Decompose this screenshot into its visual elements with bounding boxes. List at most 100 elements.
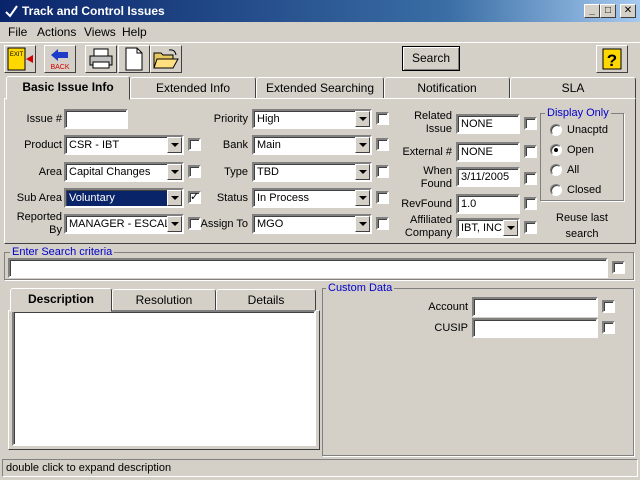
description-textarea[interactable]: [12, 310, 316, 446]
revfound-field[interactable]: 1.0: [456, 194, 520, 214]
tab-notification[interactable]: Notification: [384, 77, 510, 99]
custom-data-title: Custom Data: [326, 282, 395, 294]
area-value: Capital Changes: [69, 166, 151, 178]
radio-closed-label: Closed: [567, 184, 602, 196]
revfound-label: RevFound: [401, 198, 452, 210]
affiliated-company-value: IBT, INC: [461, 222, 502, 234]
priority-value: High: [257, 113, 280, 125]
tab-sla[interactable]: SLA: [510, 77, 636, 99]
affiliated-company-checkbox[interactable]: [524, 221, 537, 234]
radio-all-label: All: [567, 164, 580, 176]
bank-select[interactable]: Main: [252, 135, 372, 155]
affiliated-company-select[interactable]: IBT, INC: [456, 218, 520, 238]
external-label: External #: [402, 146, 452, 158]
menu-views[interactable]: Views: [84, 25, 116, 39]
status-checkbox[interactable]: [376, 191, 389, 204]
menu-file[interactable]: File: [8, 25, 27, 39]
chevron-down-icon[interactable]: [167, 216, 182, 232]
tab-extended-info[interactable]: Extended Info: [130, 77, 256, 99]
account-field[interactable]: [472, 297, 598, 317]
cusip-field[interactable]: [472, 318, 598, 338]
chevron-down-icon[interactable]: [167, 164, 182, 180]
radio-closed[interactable]: [550, 184, 562, 196]
back-icon: BACK: [50, 49, 70, 71]
external-checkbox[interactable]: [524, 145, 537, 158]
search-button[interactable]: Search: [402, 46, 460, 71]
status-label: Status: [216, 192, 248, 204]
radio-open[interactable]: [550, 144, 562, 156]
chevron-down-icon[interactable]: [167, 137, 182, 153]
assign-to-value: MGO: [257, 218, 284, 230]
related-issue-field[interactable]: NONE: [456, 114, 520, 134]
assign-to-checkbox[interactable]: [376, 217, 389, 230]
status-value: In Process: [257, 192, 309, 204]
radio-unacptd[interactable]: [550, 124, 562, 136]
type-checkbox[interactable]: [376, 165, 389, 178]
chevron-down-icon[interactable]: [355, 137, 370, 153]
back-button[interactable]: BACK: [44, 45, 76, 73]
reported-by-select[interactable]: MANAGER - ESCAL/: [64, 214, 184, 234]
type-select[interactable]: TBD: [252, 162, 372, 182]
chevron-down-icon[interactable]: [355, 216, 370, 232]
window-title: Track and Control Issues: [22, 4, 165, 18]
assign-to-select[interactable]: MGO: [252, 214, 372, 234]
priority-select[interactable]: High: [252, 109, 372, 129]
search-criteria-input[interactable]: [8, 258, 608, 278]
area-select[interactable]: Capital Changes: [64, 162, 184, 182]
bank-label: Bank: [222, 139, 248, 151]
back-icon-text: BACK: [50, 64, 69, 71]
open-button[interactable]: [150, 45, 182, 73]
chevron-down-icon[interactable]: [355, 164, 370, 180]
product-select[interactable]: CSR - IBT: [64, 135, 184, 155]
chevron-down-icon[interactable]: [355, 190, 370, 206]
external-number-field[interactable]: NONE: [456, 142, 520, 162]
exit-icon: EXIT: [7, 47, 33, 71]
radio-all[interactable]: [550, 164, 562, 176]
search-criteria-checkbox[interactable]: [612, 261, 625, 274]
status-bar: double click to expand description: [2, 459, 638, 477]
menu-bar: File Actions Views Help: [0, 22, 640, 42]
tab-basic-issue-info[interactable]: Basic Issue Info: [6, 76, 130, 100]
account-checkbox[interactable]: [602, 300, 615, 313]
subarea-value: Voluntary: [69, 192, 115, 204]
exit-icon-text: EXIT: [10, 52, 24, 58]
related-issue-checkbox[interactable]: [524, 117, 537, 130]
type-label: Type: [224, 166, 248, 178]
search-criteria-title: Enter Search criteria: [10, 246, 115, 258]
bank-checkbox[interactable]: [376, 138, 389, 151]
status-select[interactable]: In Process: [252, 188, 372, 208]
tab-extended-searching[interactable]: Extended Searching: [256, 77, 384, 99]
when-found-checkbox[interactable]: [524, 172, 537, 185]
reported-by-value: MANAGER - ESCAL/: [69, 218, 174, 230]
priority-checkbox[interactable]: [376, 112, 389, 125]
minimize-button[interactable]: _: [584, 4, 600, 18]
print-button[interactable]: [85, 45, 117, 73]
menu-actions[interactable]: Actions: [37, 25, 76, 39]
bank-value: Main: [257, 139, 281, 151]
chevron-down-icon[interactable]: [503, 220, 518, 236]
menu-help[interactable]: Help: [122, 25, 147, 39]
cusip-checkbox[interactable]: [602, 321, 615, 334]
close-button[interactable]: ✕: [620, 4, 636, 18]
subarea-select[interactable]: Voluntary: [64, 188, 184, 208]
help-icon-glyph: ?: [607, 51, 617, 70]
reuse-last-search-link[interactable]: Reuse last search: [552, 210, 612, 242]
toolbar: EXIT BACK Search ?: [0, 42, 640, 74]
maximize-button[interactable]: □: [600, 4, 616, 18]
tab-details[interactable]: Details: [216, 289, 316, 311]
printer-icon: [89, 48, 113, 69]
when-found-field[interactable]: 3/11/2005: [456, 167, 520, 187]
issue-number-field[interactable]: [64, 109, 128, 129]
area-label: Area: [38, 166, 62, 178]
chevron-down-icon[interactable]: [167, 190, 182, 206]
help-button[interactable]: ?: [596, 45, 628, 73]
reported-by-label: Reported By: [16, 211, 62, 236]
tab-resolution[interactable]: Resolution: [112, 289, 216, 311]
new-button[interactable]: [118, 45, 150, 73]
open-folder-icon: [153, 49, 179, 69]
account-label: Account: [428, 301, 468, 313]
exit-button[interactable]: EXIT: [4, 45, 36, 73]
chevron-down-icon[interactable]: [355, 111, 370, 127]
tab-description[interactable]: Description: [10, 288, 112, 312]
revfound-checkbox[interactable]: [524, 197, 537, 210]
